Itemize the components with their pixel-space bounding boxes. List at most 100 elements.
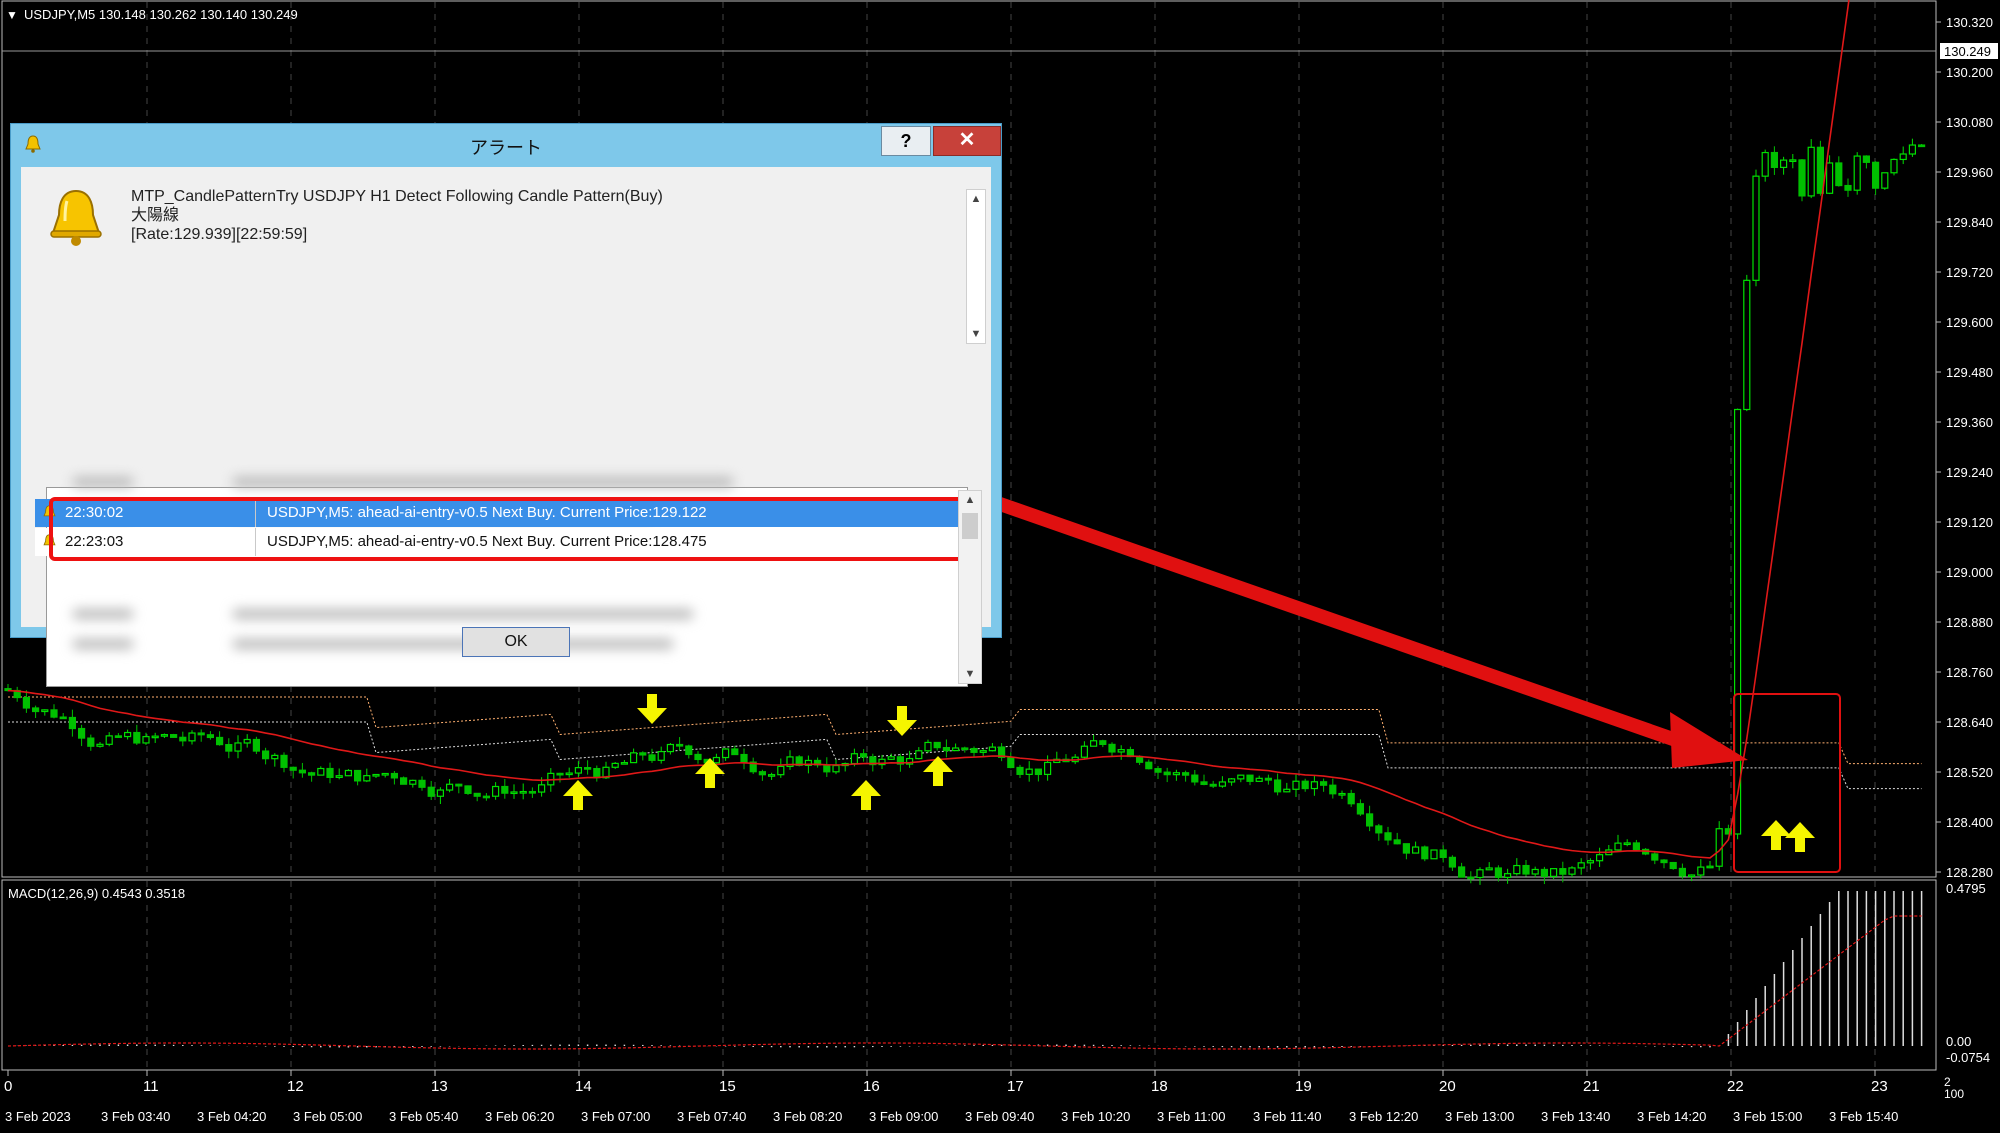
candle-body bbox=[1871, 161, 1880, 189]
candle-body bbox=[1393, 839, 1401, 845]
candle-body bbox=[1559, 868, 1567, 875]
candle-body bbox=[335, 775, 343, 778]
candle-body bbox=[133, 731, 141, 744]
candle-body bbox=[105, 735, 113, 745]
candle-body bbox=[22, 696, 30, 709]
candle-body bbox=[639, 752, 647, 756]
candle-body bbox=[1007, 756, 1015, 769]
date-label: 3 Feb 07:00 bbox=[581, 1109, 650, 1124]
candle-body bbox=[519, 790, 527, 794]
help-button[interactable]: ? bbox=[881, 126, 931, 156]
candle-body bbox=[685, 745, 693, 756]
candle-body bbox=[1375, 825, 1383, 834]
price-tick-label: 129.240 bbox=[1946, 465, 1993, 480]
candle-body bbox=[1329, 784, 1337, 795]
candle-body bbox=[1614, 842, 1622, 851]
message-line-3: [Rate:129.939][22:59:59] bbox=[131, 226, 308, 243]
candle-body bbox=[988, 746, 997, 752]
candle-body bbox=[1172, 772, 1181, 776]
candle-body bbox=[1043, 761, 1052, 776]
candle-body bbox=[1209, 783, 1217, 787]
candle-body bbox=[731, 748, 739, 756]
date-label: 3 Feb 14:20 bbox=[1637, 1109, 1706, 1124]
date-label: 3 Feb 03:40 bbox=[101, 1109, 170, 1124]
candle-body bbox=[1255, 777, 1263, 782]
candle-body bbox=[1421, 846, 1429, 860]
candle-body bbox=[1310, 781, 1319, 790]
triangle-icon[interactable]: ▼ bbox=[6, 8, 18, 22]
candle-body bbox=[271, 754, 279, 760]
scroll-up-icon[interactable]: ▲ bbox=[967, 190, 985, 208]
scroll-down-icon[interactable]: ▼ bbox=[967, 325, 985, 343]
candle-body bbox=[832, 764, 840, 773]
candle-body bbox=[188, 732, 196, 742]
candle-body bbox=[528, 790, 537, 794]
candle-body bbox=[206, 734, 214, 739]
date-label: 3 Feb 10:20 bbox=[1061, 1109, 1130, 1124]
candle-body bbox=[77, 727, 86, 739]
hour-label: 19 bbox=[1295, 1078, 1312, 1095]
candle-body bbox=[455, 783, 463, 787]
candle-body bbox=[961, 747, 969, 751]
indicator-axis: 0.4795 0.00-0.0754 bbox=[1946, 881, 1990, 1065]
candle-body bbox=[1687, 874, 1696, 878]
scroll-up-icon[interactable]: ▲ bbox=[961, 491, 979, 509]
hour-label: 17 bbox=[1007, 1078, 1024, 1095]
candle-body bbox=[951, 747, 960, 752]
indicator-label: MACD(12,26,9) 0.4543 0.3518 bbox=[8, 886, 185, 901]
candle-body bbox=[1218, 781, 1227, 787]
candle-body bbox=[50, 709, 58, 718]
current-price-label: 130.249 bbox=[1944, 44, 1991, 59]
candle-body bbox=[1770, 151, 1779, 168]
candle-body bbox=[1513, 864, 1521, 875]
candle-body bbox=[96, 743, 104, 747]
candle-body bbox=[777, 765, 785, 776]
candle-body bbox=[1503, 873, 1512, 878]
hour-label: 16 bbox=[863, 1078, 880, 1095]
indicator-pane bbox=[1, 879, 1937, 1071]
candle-body bbox=[1568, 867, 1576, 875]
price-tick-label: 128.640 bbox=[1946, 715, 1993, 730]
candle-body bbox=[721, 748, 730, 759]
candle-body bbox=[1678, 867, 1687, 877]
price-tick-label: 129.480 bbox=[1946, 365, 1993, 380]
candle-body bbox=[1034, 768, 1043, 776]
candle-body bbox=[1825, 162, 1834, 194]
candle-body bbox=[1522, 864, 1530, 875]
indicator-tick-label: -0.0754 bbox=[1946, 1050, 1990, 1065]
candle-body bbox=[1651, 853, 1659, 861]
candle-body bbox=[648, 754, 656, 761]
scroll-thumb[interactable] bbox=[962, 513, 978, 539]
candle-body bbox=[308, 772, 316, 776]
indicator-tick-label: 0.00 bbox=[1946, 1034, 1971, 1049]
price-tick-label: 129.840 bbox=[1946, 215, 1993, 230]
scroll-down-icon[interactable]: ▼ bbox=[961, 665, 979, 683]
candle-body bbox=[1917, 144, 1926, 148]
price-tick-label: 129.960 bbox=[1946, 165, 1993, 180]
close-button[interactable]: ✕ bbox=[933, 126, 1001, 156]
date-label: 3 Feb 12:20 bbox=[1349, 1109, 1418, 1124]
hour-label: 20 bbox=[1439, 1078, 1456, 1095]
dialog-titlebar[interactable]: アラート ? ✕ bbox=[11, 124, 1001, 164]
candle-body bbox=[1660, 859, 1668, 864]
candle-body bbox=[409, 779, 417, 785]
candle-body bbox=[114, 735, 123, 738]
candle-body bbox=[1540, 868, 1549, 877]
candle-body bbox=[1853, 155, 1861, 191]
candle-body bbox=[501, 785, 509, 794]
candle-body bbox=[1338, 792, 1346, 796]
candle-body bbox=[1264, 777, 1273, 781]
candle-body bbox=[298, 769, 306, 774]
candle-body bbox=[326, 767, 334, 778]
ok-button[interactable]: OK bbox=[462, 627, 570, 657]
history-scrollbar[interactable]: ▲ ▼ bbox=[958, 490, 982, 684]
candle-body bbox=[1347, 792, 1355, 805]
candle-body bbox=[262, 750, 270, 760]
candle-body bbox=[666, 743, 675, 753]
candle-body bbox=[289, 766, 297, 771]
alert-dialog[interactable]: アラート ? ✕ MTP_CandlePatternTry USDJPY H1 … bbox=[10, 123, 1002, 687]
candle-body bbox=[1549, 868, 1558, 877]
date-label: 3 Feb 11:00 bbox=[1157, 1109, 1225, 1124]
message-scrollbar[interactable]: ▲ ▼ bbox=[966, 189, 986, 344]
candle-body bbox=[942, 747, 951, 752]
